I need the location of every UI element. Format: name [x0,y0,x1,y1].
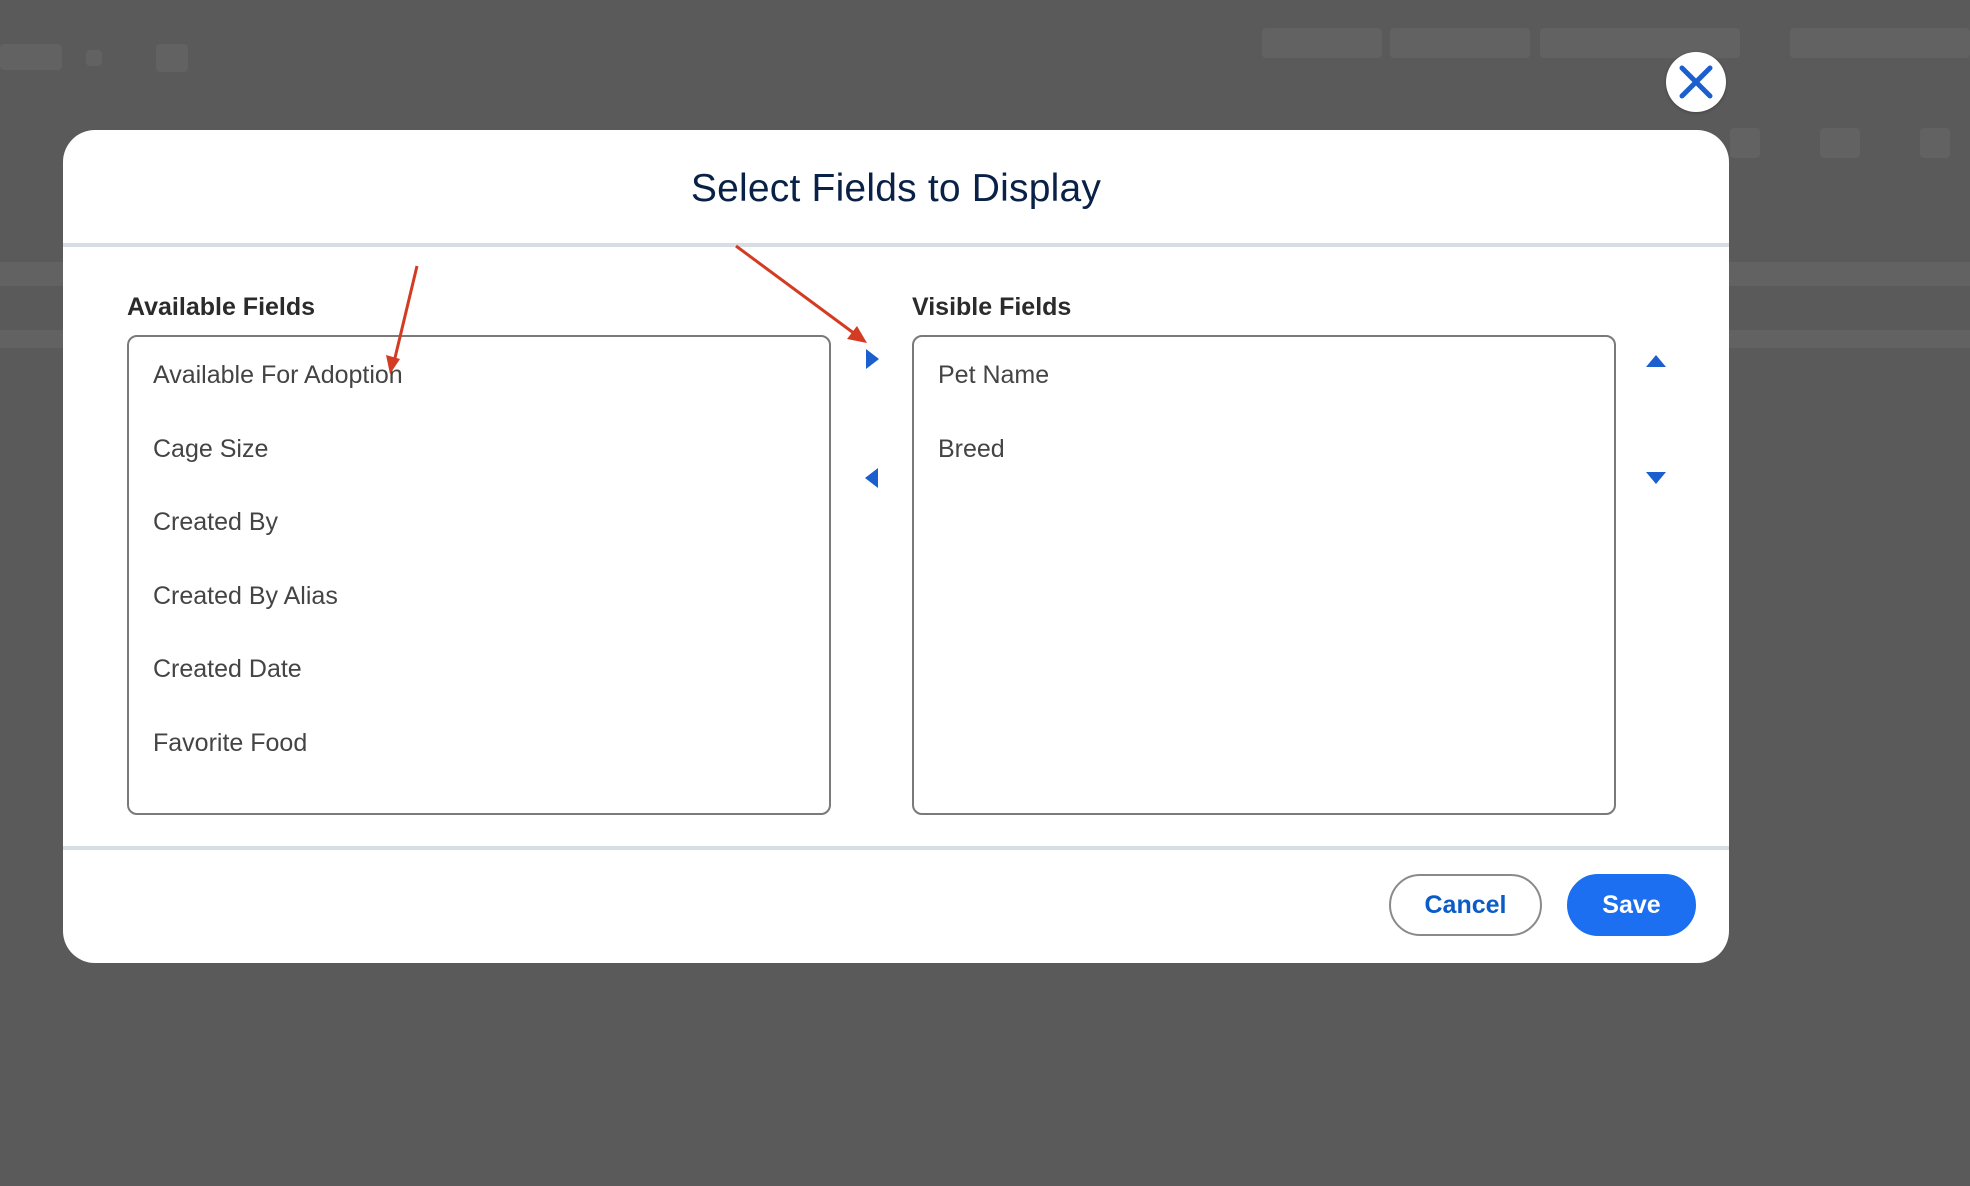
list-item-created-by-alias[interactable]: Created By Alias [129,576,829,650]
move-to-available-button[interactable] [854,460,890,496]
modal-title: Select Fields to Display [690,166,1102,210]
close-button[interactable] [1666,52,1726,112]
modal-footer: Cancel Save [63,846,1729,963]
list-item-cage-size[interactable]: Cage Size [129,429,829,503]
background-button-blur [1390,28,1530,58]
background-button-blur [1790,28,1970,58]
background-title-blur [0,44,62,70]
move-up-button[interactable] [1638,343,1674,379]
visible-fields-listbox[interactable]: Pet Name Breed [912,335,1616,815]
list-item-breed[interactable]: Breed [914,429,1614,503]
visible-fields-label: Visible Fields [912,293,1072,321]
available-fields-listbox[interactable]: Available For Adoption Cage Size Created… [127,335,831,815]
background-icon-blur [1730,128,1760,158]
modal-header: Select Fields to Display [63,130,1729,247]
background-icon-blur [1820,128,1860,158]
close-icon [1679,65,1713,99]
chevron-down-icon [1646,472,1666,484]
move-down-button[interactable] [1638,460,1674,496]
chevron-up-icon [1646,355,1666,367]
list-item-pet-name[interactable]: Pet Name [914,355,1614,429]
background-icon-blur [1920,128,1950,158]
background-button-blur [1540,28,1740,58]
list-item-favorite-food[interactable]: Favorite Food [129,723,829,797]
save-button[interactable]: Save [1567,874,1696,936]
available-fields-label: Available Fields [127,293,316,321]
chevron-left-icon [865,468,878,488]
chevron-right-icon [866,349,879,369]
move-to-visible-button[interactable] [854,341,890,377]
background-icon-blur [156,44,188,72]
select-fields-modal: Select Fields to Display Available Field… [63,130,1729,963]
background-icon-blur [86,50,102,66]
list-item-created-date[interactable]: Created Date [129,649,829,723]
list-item-created-by[interactable]: Created By [129,502,829,576]
list-item-available-for-adoption[interactable]: Available For Adoption [129,355,829,429]
cancel-button[interactable]: Cancel [1389,874,1542,936]
background-button-blur [1262,28,1382,58]
